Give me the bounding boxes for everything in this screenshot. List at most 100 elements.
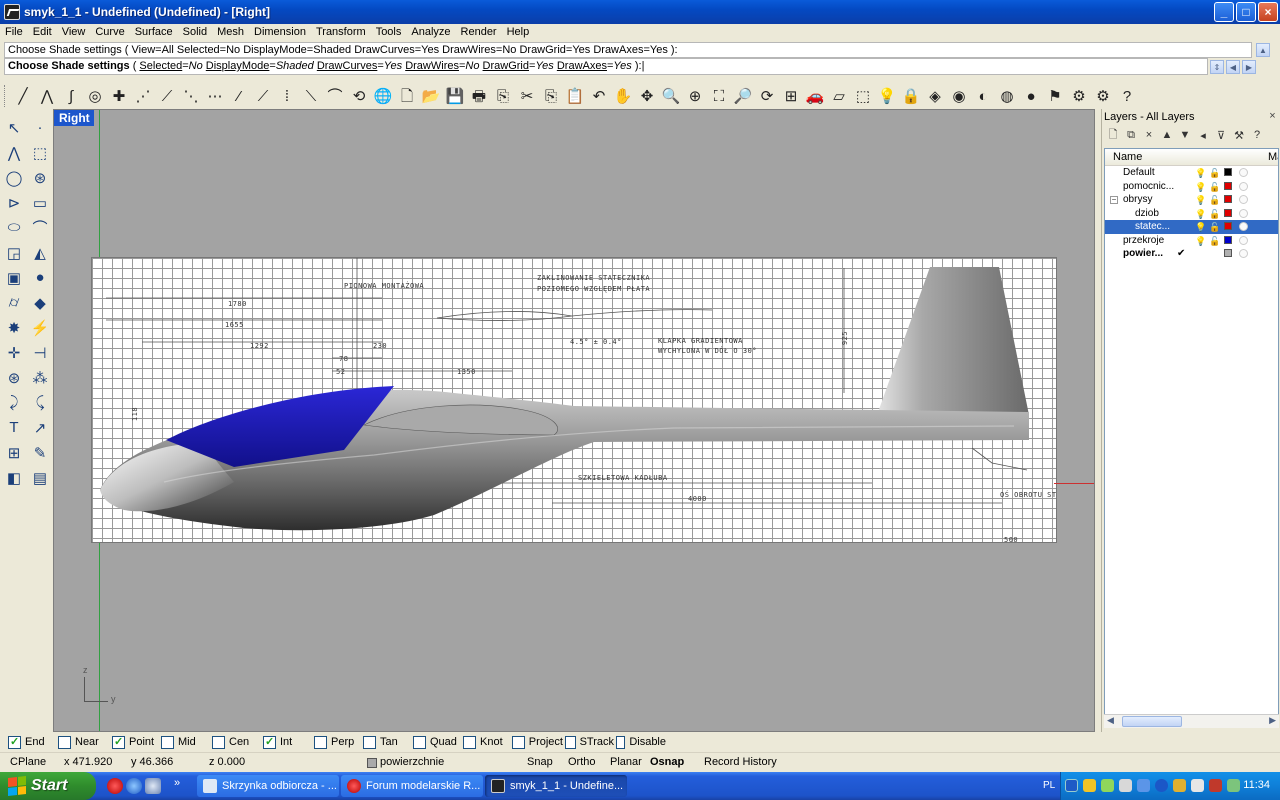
quicklaunch-more-icon[interactable]: » <box>174 777 180 789</box>
menu-solid[interactable]: Solid <box>178 26 212 38</box>
hatch-icon[interactable]: ▤ <box>27 465 53 490</box>
tray-network-icon[interactable] <box>1119 779 1132 792</box>
visibility-lightbulb-icon[interactable]: 💡 <box>1195 221 1206 234</box>
zoom-window-icon[interactable]: ⊕ <box>683 84 707 108</box>
tree-collapse-icon[interactable]: − <box>1110 196 1118 204</box>
checkbox[interactable] <box>616 735 626 749</box>
checkbox[interactable] <box>314 735 327 749</box>
circle-tool-icon[interactable]: ◯ <box>1 165 27 190</box>
transform-icon[interactable]: ⊣ <box>27 340 53 365</box>
diagonal-icon[interactable]: ⟋ <box>251 84 275 108</box>
layers-horizontal-scrollbar[interactable]: ◀ ▶ <box>1104 714 1279 728</box>
snap-toggle[interactable]: Snap <box>527 756 553 768</box>
lock-icon[interactable]: 🔓 <box>1209 181 1220 194</box>
layer-name[interactable]: dziob <box>1135 207 1159 220</box>
tray-update-icon[interactable] <box>1227 779 1240 792</box>
visibility-lightbulb-icon[interactable]: 💡 <box>1195 194 1206 207</box>
osnap-tan[interactable]: Tan <box>363 735 411 749</box>
layer-name[interactable]: przekroje <box>1123 234 1164 247</box>
line-icon[interactable]: ╱ <box>11 84 35 108</box>
rotate-shape-icon[interactable]: ⟲ <box>347 84 371 108</box>
box-icon[interactable]: ▣ <box>1 265 27 290</box>
menu-tools[interactable]: Tools <box>371 26 407 38</box>
column-material[interactable]: Mate <box>1268 151 1278 163</box>
ortho-toggle[interactable]: Ortho <box>568 756 596 768</box>
command-line[interactable]: Choose Shade settings ( Selected=No Disp… <box>4 58 1208 75</box>
material-icon[interactable] <box>1239 208 1248 218</box>
layer-row[interactable]: dziob 💡 🔓 <box>1105 207 1278 221</box>
zoom-selected-icon[interactable]: 🔎 <box>731 84 755 108</box>
offset-icon[interactable]: ⤸ <box>1 390 27 415</box>
arc-icon[interactable]: ⌒ <box>323 84 347 108</box>
delete-layer-icon[interactable]: × <box>1140 129 1158 141</box>
osnap-cen[interactable]: Cen <box>212 735 261 749</box>
loft-icon[interactable]: ◭ <box>27 240 53 265</box>
osnap-knot[interactable]: Knot <box>463 735 510 749</box>
help-icon[interactable]: ? <box>1115 84 1139 108</box>
zoom-extents-icon[interactable]: ⛶ <box>707 84 731 108</box>
rotate-view-icon[interactable]: ✥ <box>635 84 659 108</box>
sphere-icon[interactable]: ● <box>27 265 53 290</box>
tray-app-icon[interactable] <box>1209 779 1222 792</box>
layer-color-swatch[interactable] <box>1224 181 1232 190</box>
layer-name[interactable]: pomocnic... <box>1123 180 1174 193</box>
trim-icon[interactable]: ⟍ <box>299 84 323 108</box>
scroll-right-icon[interactable]: ▶ <box>1269 715 1276 726</box>
gear-icon[interactable]: ⚙ <box>1067 84 1091 108</box>
layer-color-swatch[interactable] <box>1224 235 1232 244</box>
tray-shield-icon[interactable] <box>1083 779 1096 792</box>
array-icon[interactable]: ⊞ <box>1 440 27 465</box>
column-name[interactable]: Name <box>1105 151 1142 163</box>
lock-icon[interactable]: 🔓 <box>1209 208 1220 221</box>
paste-icon[interactable]: 📋 <box>563 84 587 108</box>
record-history-toggle[interactable]: Record History <box>704 756 777 768</box>
cut-icon[interactable]: ✂ <box>515 84 539 108</box>
tray-messenger-icon[interactable] <box>1173 779 1186 792</box>
select-icon[interactable]: ⬚ <box>851 84 875 108</box>
move-icon[interactable]: ✛ <box>1 340 27 365</box>
cmd-option-selected[interactable]: Selected <box>139 60 182 72</box>
menu-dimension[interactable]: Dimension <box>249 26 311 38</box>
cmd-option-drawwires[interactable]: DrawWires <box>405 60 459 72</box>
lock-icon[interactable]: 🔓 <box>1209 221 1220 234</box>
explode-icon[interactable]: ✸ <box>1 315 27 340</box>
layer-row[interactable]: statec... 💡 🔓 <box>1105 220 1278 234</box>
cplane-icon[interactable]: ▱ <box>827 84 851 108</box>
options-icon[interactable]: ⚙ <box>1091 84 1115 108</box>
tools-icon[interactable]: ⚒ <box>1230 129 1248 142</box>
point-icon[interactable]: · <box>27 115 53 140</box>
osnap-mid[interactable]: Mid <box>161 735 210 749</box>
task-rhino[interactable]: smyk_1_1 - Undefine... <box>485 775 627 797</box>
lightbulb-icon[interactable]: 💡 <box>875 84 899 108</box>
menu-curve[interactable]: Curve <box>90 26 129 38</box>
material-icon[interactable] <box>1239 235 1248 245</box>
flag-icon[interactable]: ⚑ <box>1043 84 1067 108</box>
layer-row[interactable]: przekroje 💡 🔓 <box>1105 234 1278 248</box>
layer-row[interactable]: − obrysy 💡 🔓 <box>1105 193 1278 207</box>
language-indicator[interactable]: PL <box>1043 780 1055 791</box>
osnap-end[interactable]: End <box>8 735 56 749</box>
cylinder-icon[interactable]: ⌭ <box>1 290 27 315</box>
layers-icon[interactable]: ◈ <box>923 84 947 108</box>
checkbox[interactable] <box>161 735 174 749</box>
render-sphere-icon[interactable]: ◍ <box>995 84 1019 108</box>
polyline-icon[interactable]: ⋀ <box>35 84 59 108</box>
checkbox[interactable] <box>413 735 426 749</box>
checkbox[interactable] <box>512 735 525 749</box>
dash-icon[interactable]: ⋯ <box>203 84 227 108</box>
osnap-int[interactable]: Int <box>263 735 312 749</box>
undo-icon[interactable]: ↶ <box>587 84 611 108</box>
scroll-thumb[interactable] <box>1122 716 1182 727</box>
copy-icon[interactable]: ⎘ <box>539 84 563 108</box>
open-folder-icon[interactable]: 📂 <box>419 84 443 108</box>
mesh-icon[interactable]: ◆ <box>27 290 53 315</box>
checkbox[interactable] <box>263 735 276 749</box>
zoom-dynamic-icon[interactable]: 🔍 <box>659 84 683 108</box>
menu-edit[interactable]: Edit <box>28 26 57 38</box>
layers-close-icon[interactable]: × <box>1267 111 1278 122</box>
move-left-icon[interactable]: ◂ <box>1194 129 1212 142</box>
close-button[interactable]: × <box>1258 2 1278 22</box>
menu-render[interactable]: Render <box>456 26 502 38</box>
osnap-point[interactable]: Point <box>112 735 159 749</box>
layer-color-swatch[interactable] <box>1224 208 1232 217</box>
